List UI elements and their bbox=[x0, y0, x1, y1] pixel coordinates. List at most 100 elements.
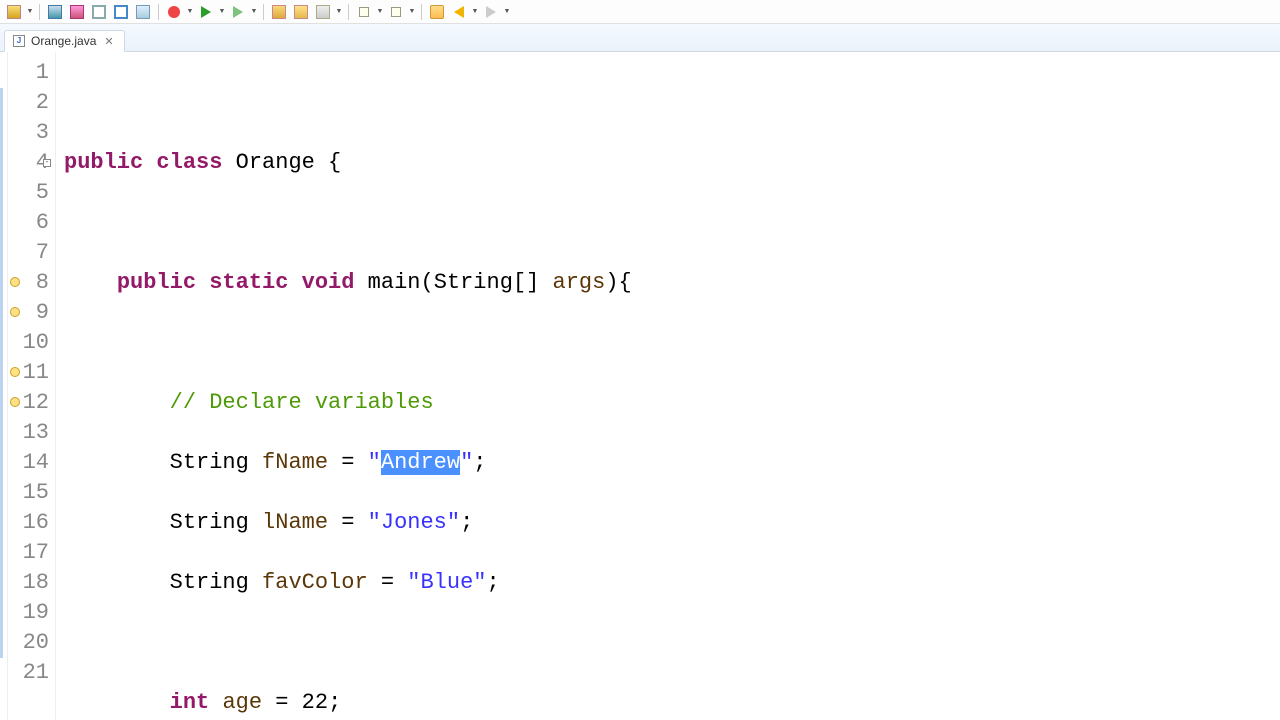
block-icon bbox=[92, 5, 106, 19]
next-annotation-button[interactable] bbox=[354, 3, 374, 21]
fold-toggle-icon[interactable]: - bbox=[43, 159, 51, 167]
last-edit-button[interactable] bbox=[427, 3, 447, 21]
debug-dropdown[interactable]: ▼ bbox=[186, 8, 194, 15]
line-number[interactable]: 4- bbox=[8, 148, 49, 178]
toggle-breadcrumb-button[interactable] bbox=[133, 3, 153, 21]
line-number-gutter[interactable]: 1234-56789101112131415161718192021 bbox=[8, 52, 56, 720]
back-icon bbox=[454, 6, 464, 18]
var-name: favColor bbox=[262, 570, 368, 595]
type: String bbox=[170, 450, 249, 475]
prev-annotation-dropdown[interactable]: ▼ bbox=[408, 8, 416, 15]
warning-marker-icon[interactable] bbox=[10, 277, 20, 287]
line-number[interactable]: 13 bbox=[8, 418, 49, 448]
line-number[interactable]: 3 bbox=[8, 118, 49, 148]
prev-annotation-button[interactable] bbox=[386, 3, 406, 21]
editor-tab-bar: J Orange.java ✕ bbox=[0, 24, 1280, 52]
new-package-button[interactable] bbox=[269, 3, 289, 21]
var-name: age bbox=[222, 690, 262, 715]
forward-icon bbox=[486, 6, 496, 18]
forward-dropdown[interactable]: ▼ bbox=[503, 8, 511, 15]
forward-button[interactable] bbox=[481, 3, 501, 21]
back-button[interactable] bbox=[449, 3, 469, 21]
package-icon bbox=[272, 5, 286, 19]
tab-close-button[interactable]: ✕ bbox=[102, 35, 115, 48]
last-edit-icon bbox=[430, 5, 444, 19]
toolbar-separator bbox=[263, 4, 264, 20]
line-number[interactable]: 19 bbox=[8, 598, 49, 628]
code-editor[interactable]: 1234-56789101112131415161718192021 publi… bbox=[0, 52, 1280, 720]
wizard-icon bbox=[7, 5, 21, 19]
prev-anno-icon bbox=[391, 7, 401, 17]
java-file-icon: J bbox=[13, 35, 25, 47]
debug-button[interactable] bbox=[164, 3, 184, 21]
type: String bbox=[170, 570, 249, 595]
fold-bar bbox=[0, 52, 8, 720]
line-number[interactable]: 10 bbox=[8, 328, 49, 358]
keyword: public bbox=[117, 270, 196, 295]
back-dropdown[interactable]: ▼ bbox=[471, 8, 479, 15]
next-annotation-dropdown[interactable]: ▼ bbox=[376, 8, 384, 15]
save-icon bbox=[48, 5, 62, 19]
keyword: public bbox=[64, 150, 143, 175]
line-number[interactable]: 16 bbox=[8, 508, 49, 538]
var-name: fName bbox=[262, 450, 328, 475]
keyword: static bbox=[209, 270, 288, 295]
toolbar-separator bbox=[39, 4, 40, 20]
line-number[interactable]: 21 bbox=[8, 658, 49, 688]
debug-icon bbox=[168, 6, 180, 18]
code-area[interactable]: public class Orange { public static void… bbox=[56, 52, 1280, 720]
line-number[interactable]: 17 bbox=[8, 538, 49, 568]
warning-marker-icon[interactable] bbox=[10, 367, 20, 377]
save-button[interactable] bbox=[45, 3, 65, 21]
run-dropdown[interactable]: ▼ bbox=[218, 8, 226, 15]
string-literal: Jones bbox=[381, 510, 447, 535]
line-number[interactable]: 1 bbox=[8, 58, 49, 88]
toolbar-separator bbox=[421, 4, 422, 20]
open-type-icon bbox=[294, 5, 308, 19]
next-anno-icon bbox=[359, 7, 369, 17]
keyword: void bbox=[302, 270, 355, 295]
var-name: lName bbox=[262, 510, 328, 535]
warning-marker-icon[interactable] bbox=[10, 397, 20, 407]
param: args bbox=[553, 270, 606, 295]
keyword: class bbox=[156, 150, 222, 175]
line-number[interactable]: 15 bbox=[8, 478, 49, 508]
editor-tab[interactable]: J Orange.java ✕ bbox=[4, 30, 125, 52]
search-icon bbox=[316, 5, 330, 19]
string-literal: Blue bbox=[420, 570, 473, 595]
line-number[interactable]: 8 bbox=[8, 268, 49, 298]
line-number[interactable]: 11 bbox=[8, 358, 49, 388]
toggle-mark-button[interactable] bbox=[111, 3, 131, 21]
new-wizard-dropdown[interactable]: ▼ bbox=[26, 8, 34, 15]
line-number[interactable]: 14 bbox=[8, 448, 49, 478]
search-dropdown[interactable]: ▼ bbox=[335, 8, 343, 15]
line-number[interactable]: 6 bbox=[8, 208, 49, 238]
toggle-block-button[interactable] bbox=[89, 3, 109, 21]
tab-filename: Orange.java bbox=[31, 34, 96, 48]
change-ruler bbox=[0, 88, 3, 658]
type: String bbox=[170, 510, 249, 535]
new-wizard-button[interactable] bbox=[4, 3, 24, 21]
toolbar-separator bbox=[158, 4, 159, 20]
line-number[interactable]: 7 bbox=[8, 238, 49, 268]
line-number[interactable]: 2 bbox=[8, 88, 49, 118]
run-button[interactable] bbox=[196, 3, 216, 21]
warning-marker-icon[interactable] bbox=[10, 307, 20, 317]
breadcrumb-icon bbox=[136, 5, 150, 19]
save-all-icon bbox=[70, 5, 84, 19]
open-type-button[interactable] bbox=[291, 3, 311, 21]
run-ext-dropdown[interactable]: ▼ bbox=[250, 8, 258, 15]
class-name: Orange bbox=[236, 150, 315, 175]
comment: // Declare variables bbox=[170, 390, 434, 415]
method-name: main bbox=[368, 270, 421, 295]
line-number[interactable]: 20 bbox=[8, 628, 49, 658]
run-ext-button[interactable] bbox=[228, 3, 248, 21]
line-number[interactable]: 12 bbox=[8, 388, 49, 418]
line-number[interactable]: 18 bbox=[8, 568, 49, 598]
line-number[interactable]: 9 bbox=[8, 298, 49, 328]
line-number[interactable]: 5 bbox=[8, 178, 49, 208]
search-button[interactable] bbox=[313, 3, 333, 21]
save-all-button[interactable] bbox=[67, 3, 87, 21]
type: String bbox=[434, 270, 513, 295]
main-toolbar: ▼ ▼ ▼ ▼ ▼ ▼ ▼ ▼ ▼ bbox=[0, 0, 1280, 24]
